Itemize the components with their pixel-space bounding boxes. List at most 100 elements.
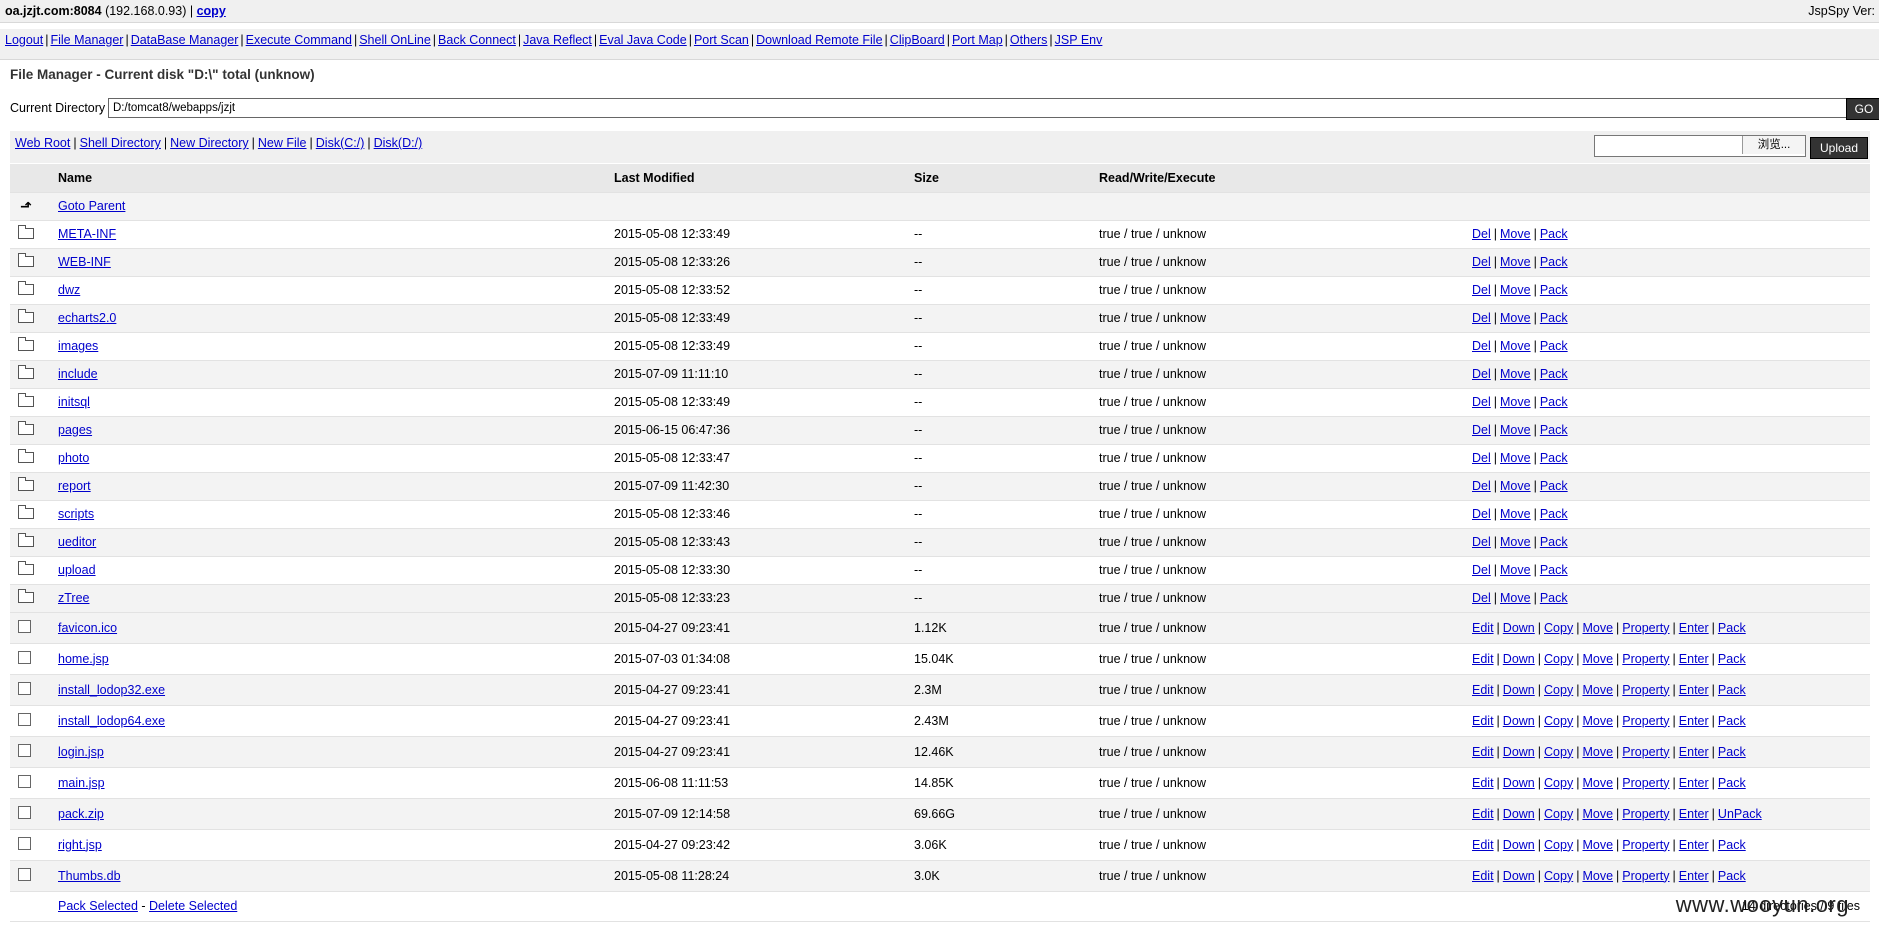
action-del[interactable]: Del: [1472, 535, 1491, 549]
action-copy[interactable]: Copy: [1544, 869, 1573, 883]
action-pack[interactable]: Pack: [1540, 283, 1568, 297]
action-down[interactable]: Down: [1503, 869, 1535, 883]
action-copy[interactable]: Copy: [1544, 745, 1573, 759]
action-move[interactable]: Move: [1582, 776, 1613, 790]
menu-shell-online[interactable]: Shell OnLine: [359, 33, 431, 47]
menu-database-manager[interactable]: DataBase Manager: [131, 33, 239, 47]
action-pack[interactable]: Pack: [1540, 311, 1568, 325]
action-enter[interactable]: Enter: [1679, 776, 1709, 790]
directory-link[interactable]: zTree: [58, 591, 90, 605]
action-del[interactable]: Del: [1472, 423, 1491, 437]
action-property[interactable]: Property: [1622, 714, 1669, 728]
action-unpack[interactable]: UnPack: [1718, 807, 1762, 821]
pack-selected-link[interactable]: Pack Selected: [58, 899, 138, 913]
file-link[interactable]: home.jsp: [58, 652, 109, 666]
action-edit[interactable]: Edit: [1472, 807, 1494, 821]
directory-link[interactable]: report: [58, 479, 91, 493]
menu-back-connect[interactable]: Back Connect: [438, 33, 516, 47]
action-enter[interactable]: Enter: [1679, 745, 1709, 759]
action-enter[interactable]: Enter: [1679, 683, 1709, 697]
action-pack[interactable]: Pack: [1540, 255, 1568, 269]
action-property[interactable]: Property: [1622, 652, 1669, 666]
directory-link[interactable]: ueditor: [58, 535, 96, 549]
directory-link[interactable]: dwz: [58, 283, 80, 297]
file-link[interactable]: login.jsp: [58, 745, 104, 759]
select-checkbox[interactable]: [18, 712, 31, 726]
directory-link[interactable]: scripts: [58, 507, 94, 521]
action-down[interactable]: Down: [1503, 621, 1535, 635]
action-pack[interactable]: Pack: [1718, 683, 1746, 697]
browse-button[interactable]: 浏览...: [1742, 136, 1805, 154]
action-edit[interactable]: Edit: [1472, 745, 1494, 759]
action-move[interactable]: Move: [1582, 683, 1613, 697]
directory-link[interactable]: META-INF: [58, 227, 116, 241]
menu-port-scan[interactable]: Port Scan: [694, 33, 749, 47]
action-pack[interactable]: Pack: [1718, 621, 1746, 635]
file-link[interactable]: Thumbs.db: [58, 869, 121, 883]
action-move[interactable]: Move: [1500, 563, 1531, 577]
menu-file-manager[interactable]: File Manager: [50, 33, 123, 47]
file-link[interactable]: favicon.ico: [58, 621, 117, 635]
action-copy[interactable]: Copy: [1544, 621, 1573, 635]
file-link[interactable]: right.jsp: [58, 838, 102, 852]
select-checkbox[interactable]: [18, 805, 31, 819]
file-link[interactable]: install_lodop64.exe: [58, 714, 165, 728]
action-pack[interactable]: Pack: [1718, 745, 1746, 759]
upload-file-input[interactable]: 浏览...: [1594, 135, 1806, 157]
menu-java-reflect[interactable]: Java Reflect: [523, 33, 592, 47]
action-edit[interactable]: Edit: [1472, 683, 1494, 697]
action-move[interactable]: Move: [1500, 255, 1531, 269]
action-pack[interactable]: Pack: [1540, 339, 1568, 353]
directory-link[interactable]: photo: [58, 451, 89, 465]
action-property[interactable]: Property: [1622, 683, 1669, 697]
action-property[interactable]: Property: [1622, 807, 1669, 821]
action-move[interactable]: Move: [1500, 423, 1531, 437]
action-move[interactable]: Move: [1500, 395, 1531, 409]
action-copy[interactable]: Copy: [1544, 838, 1573, 852]
action-pack[interactable]: Pack: [1540, 591, 1568, 605]
action-del[interactable]: Del: [1472, 507, 1491, 521]
action-move[interactable]: Move: [1582, 652, 1613, 666]
action-pack[interactable]: Pack: [1540, 451, 1568, 465]
action-del[interactable]: Del: [1472, 563, 1491, 577]
action-down[interactable]: Down: [1503, 714, 1535, 728]
go-button[interactable]: GO: [1846, 98, 1879, 120]
select-checkbox[interactable]: [18, 681, 31, 695]
copy-link[interactable]: copy: [197, 4, 226, 18]
action-edit[interactable]: Edit: [1472, 621, 1494, 635]
select-checkbox[interactable]: [18, 619, 31, 633]
action-pack[interactable]: Pack: [1718, 869, 1746, 883]
toolbar-new-directory[interactable]: New Directory: [170, 136, 249, 150]
action-pack[interactable]: Pack: [1540, 563, 1568, 577]
action-pack[interactable]: Pack: [1718, 838, 1746, 852]
action-edit[interactable]: Edit: [1472, 838, 1494, 852]
action-move[interactable]: Move: [1500, 507, 1531, 521]
action-move[interactable]: Move: [1582, 807, 1613, 821]
action-move[interactable]: Move: [1500, 591, 1531, 605]
menu-download-remote-file[interactable]: Download Remote File: [756, 33, 882, 47]
action-move[interactable]: Move: [1582, 714, 1613, 728]
action-move[interactable]: Move: [1500, 283, 1531, 297]
directory-link[interactable]: pages: [58, 423, 92, 437]
action-enter[interactable]: Enter: [1679, 621, 1709, 635]
menu-logout[interactable]: Logout: [5, 33, 43, 47]
menu-jsp-env[interactable]: JSP Env: [1055, 33, 1103, 47]
action-del[interactable]: Del: [1472, 367, 1491, 381]
menu-eval-java-code[interactable]: Eval Java Code: [599, 33, 687, 47]
action-copy[interactable]: Copy: [1544, 776, 1573, 790]
action-move[interactable]: Move: [1500, 479, 1531, 493]
menu-execute-command[interactable]: Execute Command: [246, 33, 352, 47]
file-link[interactable]: install_lodop32.exe: [58, 683, 165, 697]
action-down[interactable]: Down: [1503, 838, 1535, 852]
action-move[interactable]: Move: [1500, 535, 1531, 549]
action-pack[interactable]: Pack: [1718, 714, 1746, 728]
action-move[interactable]: Move: [1500, 339, 1531, 353]
action-del[interactable]: Del: [1472, 227, 1491, 241]
action-copy[interactable]: Copy: [1544, 683, 1573, 697]
action-property[interactable]: Property: [1622, 776, 1669, 790]
action-del[interactable]: Del: [1472, 395, 1491, 409]
action-move[interactable]: Move: [1582, 745, 1613, 759]
action-pack[interactable]: Pack: [1540, 479, 1568, 493]
action-copy[interactable]: Copy: [1544, 714, 1573, 728]
action-move[interactable]: Move: [1582, 869, 1613, 883]
